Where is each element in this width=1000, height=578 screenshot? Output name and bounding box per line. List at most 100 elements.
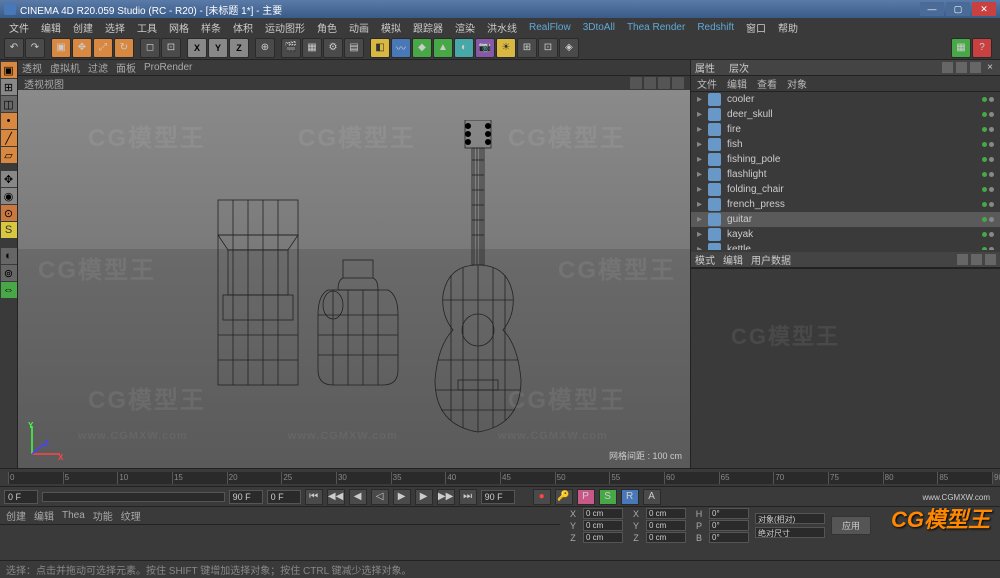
material-manager[interactable] — [0, 524, 560, 560]
select-tool[interactable]: ▣ — [51, 38, 71, 58]
object-row-fish[interactable]: ▸fish — [691, 137, 1000, 152]
vp-nav-pan[interactable] — [630, 77, 642, 89]
add-scene[interactable]: ⊞ — [517, 38, 537, 58]
rp-close-icon[interactable]: × — [984, 62, 996, 73]
mat-tab-create[interactable]: 创建 — [6, 508, 26, 523]
texture-mode-icon[interactable]: ⊞ — [1, 79, 17, 95]
attr-next-icon[interactable] — [971, 254, 982, 265]
axis-z-toggle[interactable]: Z — [229, 38, 249, 58]
vp-menu-view[interactable]: 透视 — [22, 60, 42, 75]
size-x[interactable]: 0 cm — [646, 508, 686, 519]
rp-menu-icon[interactable] — [956, 62, 967, 73]
start-frame-input[interactable]: 0 F — [4, 490, 38, 504]
selection-rect[interactable]: ◻ — [140, 38, 160, 58]
object-row-flashlight[interactable]: ▸flashlight — [691, 167, 1000, 182]
coord-x[interactable]: 0 cm — [583, 508, 623, 519]
play-back-button[interactable]: ◁ — [371, 489, 389, 505]
3d-viewport[interactable]: CG模型王 CG模型王 CG模型王 CG模型王 CG模型王 CG模型王 CG模型… — [18, 90, 690, 468]
goto-start-button[interactable]: ⏮ — [305, 489, 323, 505]
mat-tab-tex[interactable]: 纹理 — [121, 508, 141, 523]
object-row-cooler[interactable]: ▸cooler — [691, 92, 1000, 107]
size-mode[interactable]: 绝对尺寸 — [755, 527, 825, 538]
add-cube[interactable]: ◧ — [370, 38, 390, 58]
menu-simulate[interactable]: 模拟 — [376, 20, 406, 35]
play-button[interactable]: ▶ — [393, 489, 411, 505]
render-picture[interactable]: ▤ — [344, 38, 364, 58]
coord-system[interactable]: ⊕ — [255, 38, 275, 58]
menu-mograph[interactable]: 运动图形 — [260, 20, 310, 35]
object-row-deer_skull[interactable]: ▸deer_skull — [691, 107, 1000, 122]
mat-tab-edit[interactable]: 编辑 — [34, 508, 54, 523]
prev-key-button[interactable]: ◀◀ — [327, 489, 345, 505]
menu-tracker[interactable]: 跟踪器 — [408, 20, 448, 35]
autokey-button[interactable]: 🔑 — [555, 489, 573, 505]
move-tool[interactable]: ✥ — [72, 38, 92, 58]
add-tag[interactable]: ◈ — [559, 38, 579, 58]
add-environment[interactable]: ◐ — [454, 38, 474, 58]
vp-nav-zoom[interactable] — [644, 77, 656, 89]
next-key-button[interactable]: ▶▶ — [437, 489, 455, 505]
symmetry-icon[interactable]: ⇔ — [1, 282, 17, 298]
snap-settings-icon[interactable]: S — [1, 222, 17, 238]
size-z[interactable]: 0 cm — [646, 532, 686, 543]
object-row-french_press[interactable]: ▸french_press — [691, 197, 1000, 212]
menu-create[interactable]: 创建 — [68, 20, 98, 35]
range-slider[interactable] — [42, 492, 225, 502]
help-button[interactable]: ? — [972, 38, 992, 58]
mat-tab-func[interactable]: 功能 — [93, 508, 113, 523]
axis-x-toggle[interactable]: X — [187, 38, 207, 58]
key-scale-button[interactable]: S — [599, 489, 617, 505]
object-row-folding_chair[interactable]: ▸folding_chair — [691, 182, 1000, 197]
attr-tab-edit[interactable]: 编辑 — [723, 252, 743, 267]
menu-edit[interactable]: 编辑 — [36, 20, 66, 35]
obj-tab-file[interactable]: 文件 — [697, 76, 717, 91]
object-row-guitar[interactable]: ▸guitar — [691, 212, 1000, 227]
prev-frame-button[interactable]: ◀ — [349, 489, 367, 505]
menu-volume[interactable]: 体积 — [228, 20, 258, 35]
enable-axis-icon[interactable]: ✥ — [1, 171, 17, 187]
apply-button[interactable]: 应用 — [831, 516, 871, 535]
menu-help[interactable]: 帮助 — [773, 20, 803, 35]
menu-redshift[interactable]: Redshift — [692, 22, 739, 33]
rotate-tool[interactable]: ↻ — [114, 38, 134, 58]
vp-nav-toggle[interactable] — [672, 77, 684, 89]
timeline-track[interactable]: 051015202530354045505560657075808590 — [8, 472, 992, 484]
add-light[interactable]: ☀ — [496, 38, 516, 58]
timeline[interactable]: 051015202530354045505560657075808590 — [0, 468, 1000, 486]
poly-mode-icon[interactable]: ▱ — [1, 147, 17, 163]
object-row-fishing_pole[interactable]: ▸fishing_pole — [691, 152, 1000, 167]
object-row-fire[interactable]: ▸fire — [691, 122, 1000, 137]
edge-mode-icon[interactable]: ╱ — [1, 130, 17, 146]
obj-tab-edit[interactable]: 编辑 — [727, 76, 747, 91]
vp-menu-filter[interactable]: ProRender — [144, 62, 192, 73]
add-generator[interactable]: ◆ — [412, 38, 432, 58]
current-frame-input[interactable]: 0 F — [267, 490, 301, 504]
attr-tab-user[interactable]: 用户数据 — [751, 252, 791, 267]
menu-window[interactable]: 窗口 — [741, 20, 771, 35]
rp-pin-icon[interactable] — [942, 62, 953, 73]
last-tool[interactable]: ⊡ — [161, 38, 181, 58]
vp-nav-rotate[interactable] — [658, 77, 670, 89]
menu-pipeline[interactable]: 洪水线 — [482, 20, 522, 35]
scale-tool[interactable]: ⤢ — [93, 38, 113, 58]
rp-lock-icon[interactable] — [970, 62, 981, 73]
mat-tab-thea[interactable]: Thea — [62, 510, 85, 521]
key-pos-button[interactable]: P — [577, 489, 595, 505]
menu-spline[interactable]: 样条 — [196, 20, 226, 35]
axis-y-toggle[interactable]: Y — [208, 38, 228, 58]
object-manager[interactable]: ▸cooler▸deer_skull▸fire▸fish▸fishing_pol… — [691, 92, 1000, 250]
rot-h[interactable]: 0° — [709, 508, 749, 519]
attr-menu-icon[interactable] — [985, 254, 996, 265]
record-button[interactable]: ● — [533, 489, 551, 505]
rot-p[interactable]: 0° — [709, 520, 749, 531]
add-spline[interactable]: 〰 — [391, 38, 411, 58]
menu-file[interactable]: 文件 — [4, 20, 34, 35]
render-view[interactable]: 🎬 — [281, 38, 301, 58]
menu-select[interactable]: 选择 — [100, 20, 130, 35]
add-field[interactable]: ⊡ — [538, 38, 558, 58]
snap-icon[interactable]: ⊙ — [1, 205, 17, 221]
layout-menu[interactable]: ▦ — [951, 38, 971, 58]
vp-menu-cameras[interactable]: 虚拟机 — [50, 60, 80, 75]
rp-header-layers[interactable]: 层次 — [729, 60, 749, 75]
maximize-button[interactable]: ▢ — [946, 2, 970, 16]
